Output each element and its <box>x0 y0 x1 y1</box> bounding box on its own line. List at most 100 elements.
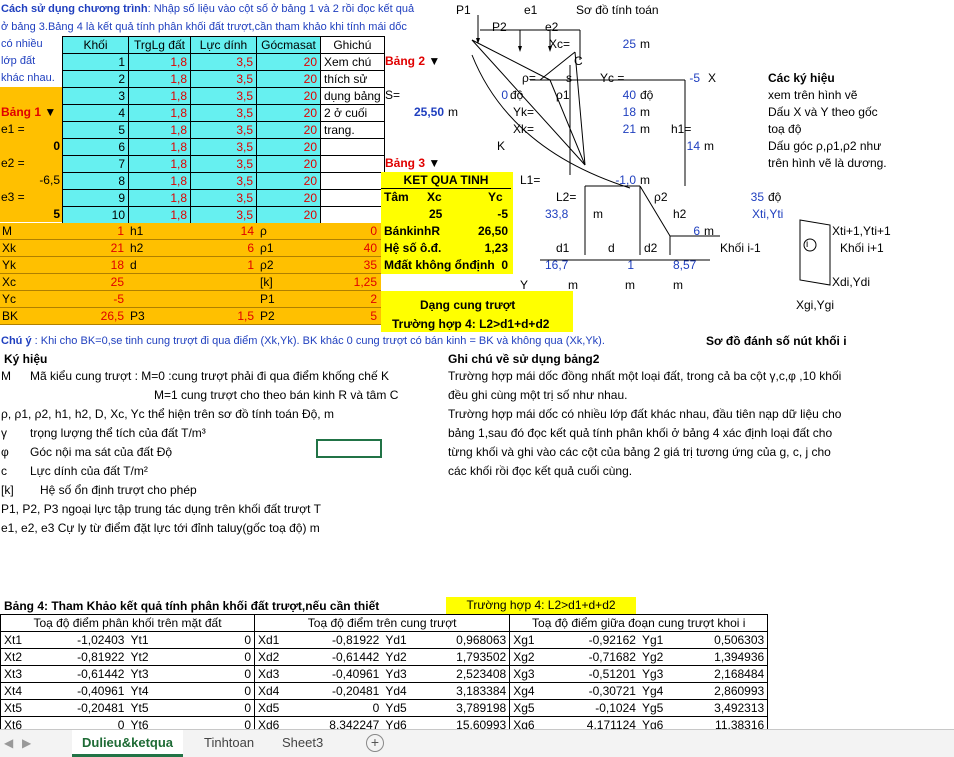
bang4-cell[interactable]: Xt2 <box>0 648 27 666</box>
table1-cell[interactable]: 20 <box>256 155 321 173</box>
tab-dulieu[interactable]: Dulieu&ketqua <box>72 730 184 757</box>
table1-cell[interactable]: 7 <box>62 155 129 173</box>
param-v2[interactable] <box>196 291 254 308</box>
bang4-cell[interactable]: 1,394936 <box>666 648 769 666</box>
bang4-cell[interactable]: 3,492313 <box>666 699 769 717</box>
table1-cell[interactable]: 1,8 <box>128 172 191 190</box>
e2-value[interactable]: -6,5 <box>0 172 60 189</box>
bang4-cell[interactable]: -0,81922 <box>26 648 128 666</box>
table1-cell[interactable]: 20 <box>256 87 321 105</box>
param-v1[interactable]: 1 <box>64 223 124 240</box>
bang4-cell[interactable]: Xt1 <box>0 631 27 649</box>
table1-cell[interactable]: 20 <box>256 172 321 190</box>
table1-cell[interactable]: 1,8 <box>128 121 191 139</box>
bang4-cell[interactable]: Xd4 <box>254 682 283 700</box>
bang4-cell[interactable]: 2,860993 <box>666 682 769 700</box>
table1-cell[interactable]: 3,5 <box>190 206 257 224</box>
param-v1[interactable]: 18 <box>64 257 124 274</box>
bang4-cell[interactable]: 1,793502 <box>409 648 511 666</box>
bang4-cell[interactable]: Xd1 <box>254 631 283 649</box>
table1-cell[interactable]: 20 <box>256 104 321 122</box>
table1-cell[interactable]: 20 <box>256 206 321 224</box>
bang4-cell[interactable]: -0,20481 <box>282 682 383 700</box>
table1-cell[interactable]: 3,5 <box>190 53 257 71</box>
bang4-cell[interactable]: 0 <box>282 699 383 717</box>
bang4-cell[interactable]: 0,506303 <box>666 631 769 649</box>
param-v3[interactable]: 2 <box>324 291 377 308</box>
bang4-cell[interactable]: Yg3 <box>638 665 667 683</box>
param-v2[interactable]: 1,5 <box>196 308 254 325</box>
table1-cell[interactable]: 20 <box>256 53 321 71</box>
bang4-cell[interactable]: 0 <box>153 682 255 700</box>
param-v3[interactable]: 5 <box>324 308 377 325</box>
bang4-cell[interactable]: Yg1 <box>638 631 667 649</box>
table1-cell[interactable]: 3,5 <box>190 138 257 156</box>
param-v2[interactable] <box>196 274 254 291</box>
bang4-cell[interactable]: Xg2 <box>509 648 538 666</box>
bang4-cell[interactable]: Yt1 <box>127 631 154 649</box>
scroll-right-icon[interactable]: ▶ <box>22 735 31 752</box>
table1-cell[interactable]: 5 <box>62 121 129 139</box>
table1-cell[interactable]: 1,8 <box>128 104 191 122</box>
table1-cell[interactable]: 1,8 <box>128 189 191 207</box>
bang4-cell[interactable]: Xg5 <box>509 699 538 717</box>
bang4-cell[interactable]: 3,789198 <box>409 699 511 717</box>
table1-cell[interactable]: 3,5 <box>190 70 257 88</box>
bang4-cell[interactable]: -0,20481 <box>26 699 128 717</box>
bang4-cell[interactable]: -0,61442 <box>282 648 383 666</box>
bang4-cell[interactable]: Yt3 <box>127 665 154 683</box>
bang4-cell[interactable]: 0,968063 <box>409 631 511 649</box>
bang4-cell[interactable]: Xg1 <box>509 631 538 649</box>
table1-cell[interactable]: 2 <box>62 70 129 88</box>
table1-cell[interactable]: 1,8 <box>128 206 191 224</box>
bang4-cell[interactable]: Xt5 <box>0 699 27 717</box>
table1-cell[interactable]: 20 <box>256 70 321 88</box>
param-v3[interactable]: 35 <box>324 257 377 274</box>
table1-cell[interactable]: 3,5 <box>190 155 257 173</box>
bang4-cell[interactable]: 3,183384 <box>409 682 511 700</box>
bang4-cell[interactable]: -0,1024 <box>537 699 639 717</box>
bang4-cell[interactable]: Yd3 <box>382 665 410 683</box>
bang4-cell[interactable]: -0,81922 <box>282 631 383 649</box>
table1-cell[interactable]: 1,8 <box>128 70 191 88</box>
bang4-cell[interactable]: -0,92162 <box>537 631 639 649</box>
table1-cell[interactable]: 1,8 <box>128 53 191 71</box>
bang4-cell[interactable]: Yd5 <box>382 699 410 717</box>
table1-cell[interactable]: 1,8 <box>128 87 191 105</box>
bang4-cell[interactable]: Xd2 <box>254 648 283 666</box>
bang4-cell[interactable]: Xt3 <box>0 665 27 683</box>
table1-cell[interactable]: 4 <box>62 104 129 122</box>
param-v1[interactable]: -5 <box>64 291 124 308</box>
table1-cell[interactable]: 3,5 <box>190 172 257 190</box>
bang4-cell[interactable]: Xg4 <box>509 682 538 700</box>
bang4-cell[interactable]: -0,51201 <box>537 665 639 683</box>
param-v3[interactable]: 0 <box>324 223 377 240</box>
table1-cell[interactable]: 20 <box>256 121 321 139</box>
table1-cell[interactable]: 1 <box>62 53 129 71</box>
bang4-cell[interactable]: 0 <box>153 631 255 649</box>
e3-value[interactable]: 5 <box>0 206 60 223</box>
bang4-cell[interactable]: 0 <box>153 648 255 666</box>
bang4-cell[interactable]: -0,40961 <box>26 682 128 700</box>
bang4-cell[interactable]: -0,30721 <box>537 682 639 700</box>
bang4-cell[interactable]: 0 <box>153 665 255 683</box>
param-v1[interactable]: 21 <box>64 240 124 257</box>
param-v2[interactable]: 6 <box>196 240 254 257</box>
bang4-cell[interactable]: Yt5 <box>127 699 154 717</box>
bang4-cell[interactable]: -0,61442 <box>26 665 128 683</box>
selected-cell[interactable] <box>316 439 382 458</box>
table1-cell[interactable]: 20 <box>256 138 321 156</box>
table1-cell[interactable]: 6 <box>62 138 129 156</box>
bang4-cell[interactable]: Yt4 <box>127 682 154 700</box>
scroll-left-icon[interactable]: ◀ <box>4 735 13 752</box>
bang4-cell[interactable]: -0,71682 <box>537 648 639 666</box>
bang4-cell[interactable]: Yg2 <box>638 648 667 666</box>
bang4-cell[interactable]: 2,168484 <box>666 665 769 683</box>
bang4-cell[interactable]: Yt2 <box>127 648 154 666</box>
table1-cell[interactable]: 3,5 <box>190 87 257 105</box>
table1-cell[interactable]: 9 <box>62 189 129 207</box>
bang4-cell[interactable]: Yg4 <box>638 682 667 700</box>
param-v3[interactable]: 1,25 <box>324 274 377 291</box>
table1-cell[interactable]: 3,5 <box>190 121 257 139</box>
table1-cell[interactable]: 3 <box>62 87 129 105</box>
